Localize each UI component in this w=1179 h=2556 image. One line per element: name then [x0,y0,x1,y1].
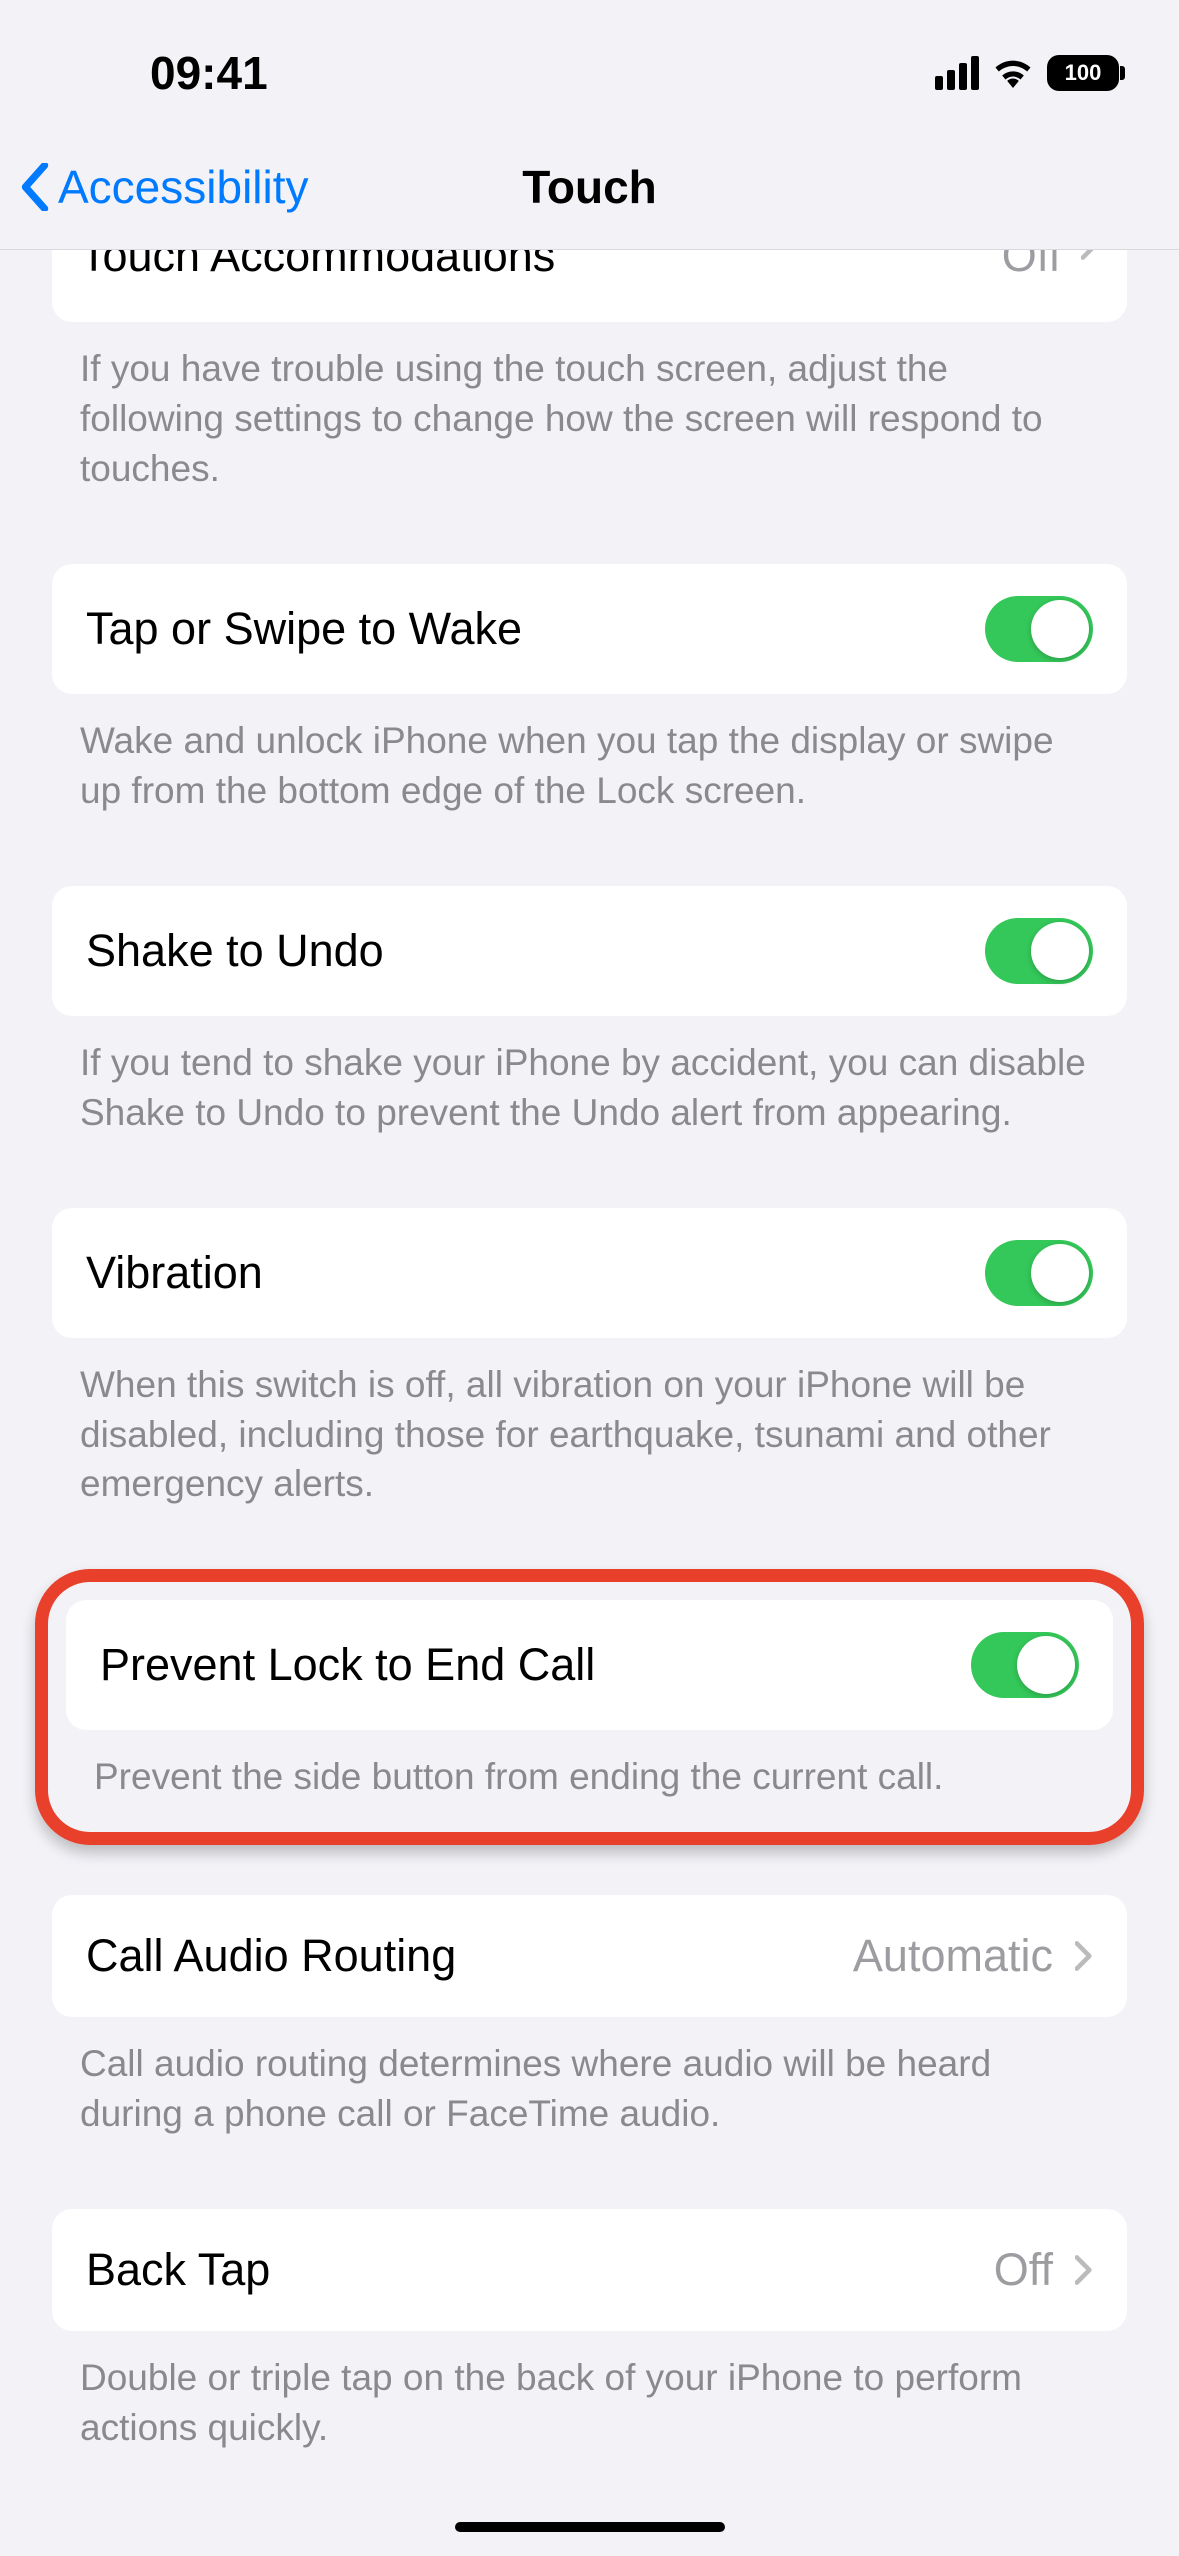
row-label: Call Audio Routing [86,1930,456,1982]
switch-tap-to-wake[interactable] [985,596,1093,662]
row-label: Shake to Undo [86,925,384,977]
footer-touch-accommodations: If you have trouble using the touch scre… [0,322,1179,494]
switch-shake-to-undo[interactable] [985,918,1093,984]
group-call-audio-routing: Call Audio Routing Automatic [52,1895,1127,2017]
footer-back-tap: Double or triple tap on the back of your… [0,2331,1179,2453]
row-label: Tap or Swipe to Wake [86,603,522,655]
chevron-right-icon [1075,1941,1093,1971]
row-value: Off [994,2244,1053,2296]
group-back-tap: Back Tap Off [52,2209,1127,2331]
footer-call-audio-routing: Call audio routing determines where audi… [0,2017,1179,2139]
row-prevent-lock-end-call[interactable]: Prevent Lock to End Call [66,1600,1113,1730]
row-label: Back Tap [86,2244,270,2296]
row-value: Off [1002,250,1061,282]
switch-prevent-lock-end-call[interactable] [971,1632,1079,1698]
row-vibration[interactable]: Vibration [52,1208,1127,1338]
group-tap-to-wake: Tap or Swipe to Wake [52,564,1127,694]
wifi-icon [993,58,1033,88]
battery-icon: 100 [1047,55,1119,91]
chevron-right-icon [1075,2255,1093,2285]
status-icons: 100 [935,55,1119,91]
status-time: 09:41 [150,46,268,100]
row-shake-to-undo[interactable]: Shake to Undo [52,886,1127,1016]
status-bar: 09:41 100 [0,0,1179,140]
footer-tap-to-wake: Wake and unlock iPhone when you tap the … [0,694,1179,816]
footer-vibration: When this switch is off, all vibration o… [0,1338,1179,1510]
back-button[interactable]: Accessibility [20,160,309,214]
row-touch-accommodations[interactable]: Touch Accommodations Off [52,250,1127,322]
row-label: Vibration [86,1247,263,1299]
row-label: Prevent Lock to End Call [100,1639,595,1691]
group-vibration: Vibration [52,1208,1127,1338]
nav-bar: Accessibility Touch [0,140,1179,250]
battery-level: 100 [1065,60,1102,86]
home-indicator[interactable] [455,2522,725,2532]
highlight-box: Prevent Lock to End Call Prevent the sid… [35,1569,1144,1845]
back-label: Accessibility [58,160,309,214]
row-back-tap[interactable]: Back Tap Off [52,2209,1127,2331]
row-value: Automatic [853,1930,1053,1982]
switch-vibration[interactable] [985,1240,1093,1306]
row-label: Touch Accommodations [80,250,555,282]
chevron-left-icon [20,163,50,211]
footer-shake-to-undo: If you tend to shake your iPhone by acci… [0,1016,1179,1138]
group-prevent-lock-end-call: Prevent Lock to End Call [66,1600,1113,1730]
page-title: Touch [522,160,657,214]
row-call-audio-routing[interactable]: Call Audio Routing Automatic [52,1895,1127,2017]
signal-icon [935,56,979,90]
group-shake-to-undo: Shake to Undo [52,886,1127,1016]
row-tap-to-wake[interactable]: Tap or Swipe to Wake [52,564,1127,694]
chevron-right-icon [1081,250,1099,260]
footer-prevent-lock-end-call: Prevent the side button from ending the … [48,1730,1131,1802]
